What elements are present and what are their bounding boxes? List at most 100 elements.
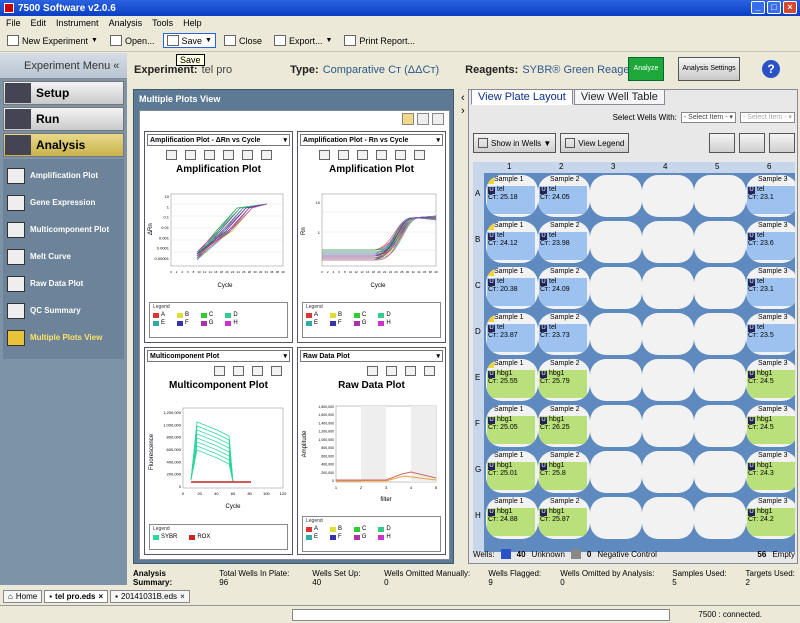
well[interactable]: Sample 3 Uhbg1 Cᴛ: 24.5 [746,359,795,401]
well[interactable]: 1 Sample 1 Utel Cᴛ: 25.18 [486,175,538,217]
row-header[interactable]: A [475,189,480,198]
minimize-button[interactable]: _ [751,1,765,14]
maximize-button[interactable]: □ [767,1,781,14]
collapse-left-arrow[interactable]: ‹ [461,92,465,104]
print-icon[interactable] [367,366,378,376]
well[interactable] [590,267,642,309]
well[interactable]: Sample 3 Utel Cᴛ: 23.6 [746,221,795,263]
sidebar-item-gene-expression[interactable]: Gene Expression [3,189,124,216]
well[interactable]: Sample 2 Uhbg1 Cᴛ: 25.87 [538,497,590,539]
zoom-in-icon[interactable] [318,150,330,160]
well[interactable] [590,405,642,447]
well[interactable] [694,267,746,309]
well[interactable] [642,451,694,493]
well[interactable]: Sample 2 Uhbg1 Cᴛ: 25.79 [538,359,590,401]
select-item-dropdown[interactable]: - Select Item - ▾ [739,112,795,123]
well[interactable]: Sample 2 Utel Cᴛ: 23.98 [538,221,590,263]
well[interactable]: 2 Sample 1 Utel Cᴛ: 20.38 [486,267,538,309]
print-icon[interactable] [203,150,215,160]
close-tab-icon[interactable]: × [98,592,103,601]
well[interactable]: Sample 1 Uhbg1 Cᴛ: 24.88 [486,497,538,539]
well[interactable]: Sample 2 Utel Cᴛ: 24.09 [538,267,590,309]
sidebar-item-raw-data-plot[interactable]: Raw Data Plot [3,270,124,297]
show-in-wells-button[interactable]: Show in Wells ▼ [473,133,557,153]
well[interactable] [694,405,746,447]
chart-settings-icon[interactable] [252,366,263,376]
print-icon[interactable] [356,150,368,160]
well[interactable] [694,221,746,263]
setup-button[interactable]: Setup [3,81,124,105]
print-icon[interactable] [214,366,225,376]
zoom-in-icon[interactable] [165,150,177,160]
row-header[interactable]: F [475,419,480,428]
plot-select-2[interactable]: Amplification Plot - Rn vs Cycle ▾ [300,134,443,146]
plate-zoom-out-icon[interactable] [739,133,765,153]
well[interactable] [590,221,642,263]
well[interactable]: Sample 3 Utel Cᴛ: 23.5 [746,313,795,355]
plate-fit-icon[interactable] [769,133,795,153]
column-header[interactable]: 1 [507,162,511,171]
list-view-icon[interactable] [417,113,429,125]
close-button[interactable]: × [783,1,797,14]
tab-home[interactable]: ⌂ Home [3,589,43,603]
save-image-icon[interactable] [233,366,244,376]
save-image-icon[interactable] [375,150,387,160]
well[interactable]: Sample 3 Uhbg1 Cᴛ: 24.5 [746,405,795,447]
well[interactable] [642,359,694,401]
well[interactable]: Sample 1 Uhbg1 Cᴛ: 25.01 [486,451,538,493]
row-header[interactable]: E [475,373,480,382]
save-button[interactable]: Save ▼ [162,33,216,48]
plot-select-1[interactable]: Amplification Plot - ΔRn vs Cycle ▾ [147,134,290,146]
well[interactable]: Sample 2 Utel Cᴛ: 24.05 [538,175,590,217]
well[interactable] [590,497,642,539]
zoom-out-icon[interactable] [184,150,196,160]
row-header[interactable]: H [475,511,481,520]
menu-edit[interactable]: Edit [31,18,47,28]
well[interactable] [642,313,694,355]
well[interactable] [590,313,642,355]
well[interactable] [590,359,642,401]
well[interactable] [642,175,694,217]
well[interactable] [642,405,694,447]
well[interactable]: Sample 3 Uhbg1 Cᴛ: 24.2 [746,497,795,539]
legend-icon[interactable] [260,150,272,160]
well[interactable]: Sample 2 Uhbg1 Cᴛ: 26.25 [538,405,590,447]
tab-tel-pro[interactable]: ▪ tel pro.eds × [44,589,109,603]
analysis-button[interactable]: Analysis [3,133,124,157]
legend-icon[interactable] [424,366,435,376]
plot-select-3[interactable]: Multicomponent Plot ▾ [147,350,290,362]
analysis-settings-button[interactable]: Analysis Settings [678,57,740,81]
close-tab-icon[interactable]: × [180,592,185,601]
well[interactable] [694,359,746,401]
chart-settings-icon[interactable] [405,366,416,376]
export-button[interactable]: Export... ▼ [270,33,336,48]
well[interactable]: Sample 3 Uhbg1 Cᴛ: 24.3 [746,451,795,493]
save-image-icon[interactable] [222,150,234,160]
well[interactable] [694,451,746,493]
well[interactable] [694,497,746,539]
print-report-button[interactable]: Print Report... [340,33,419,48]
sidebar-item-multicomponent-plot[interactable]: Multicomponent Plot [3,216,124,243]
well[interactable] [694,175,746,217]
well[interactable]: Sample 2 Utel Cᴛ: 23.73 [538,313,590,355]
legend-icon[interactable] [413,150,425,160]
well[interactable]: Sample 3 Utel Cᴛ: 23.1 [746,175,795,217]
well[interactable]: Sample 1 Uhbg1 Cᴛ: 25.05 [486,405,538,447]
well[interactable] [590,451,642,493]
column-header[interactable]: 5 [715,162,719,171]
tab-view-plate-layout[interactable]: View Plate Layout [471,89,573,105]
view-legend-button[interactable]: View Legend [560,133,630,153]
close-file-button[interactable]: Close [220,33,266,48]
row-header[interactable]: D [475,327,481,336]
column-header[interactable]: 4 [663,162,667,171]
plate-zoom-in-icon[interactable] [709,133,735,153]
plot-select-4[interactable]: Raw Data Plot ▾ [300,350,443,362]
chart-settings-icon[interactable] [394,150,406,160]
tab-20141031b[interactable]: ▪ 20141031B.eds × [110,589,190,603]
new-experiment-button[interactable]: New Experiment ▼ [3,33,102,48]
well[interactable]: Sample 2 Uhbg1 Cᴛ: 25.8 [538,451,590,493]
legend-icon[interactable] [271,366,282,376]
sidebar-item-amplification-plot[interactable]: Amplification Plot [3,162,124,189]
column-header[interactable]: 3 [611,162,615,171]
well[interactable] [590,175,642,217]
